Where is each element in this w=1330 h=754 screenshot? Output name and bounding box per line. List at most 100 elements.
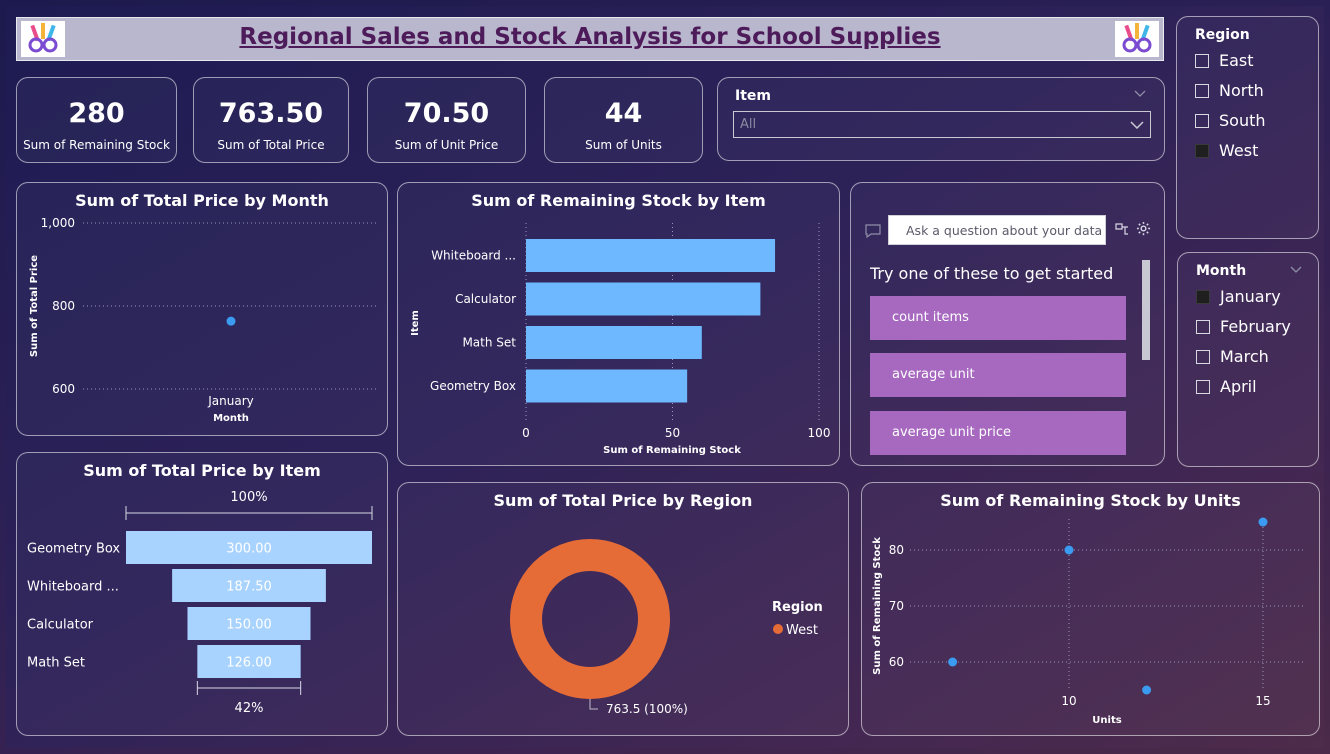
- x-tick-label: January: [207, 394, 254, 408]
- data-label: 187.50: [226, 580, 272, 595]
- kpi-label: Sum of Total Price: [217, 138, 325, 152]
- qa-suggestion[interactable]: average unit: [870, 353, 1126, 397]
- legend-label: West: [786, 623, 818, 638]
- header-bar: Regional Sales and Stock Analysis for Sc…: [16, 17, 1164, 61]
- x-axis-label: Units: [1092, 715, 1121, 726]
- y-tick-label: 800: [52, 299, 75, 313]
- chart-price-by-region-plot: 763.5 (100%) Region West: [510, 539, 823, 716]
- chart-stock-by-units-plot: 80 70 60 10 15 Sum of Remaining Stock Units: [872, 517, 1306, 726]
- share-icon[interactable]: [1115, 222, 1129, 236]
- item-dropdown[interactable]: All: [733, 111, 1151, 138]
- chevron-down-icon[interactable]: [1134, 90, 1146, 98]
- x-axis-label: Month: [213, 413, 249, 424]
- region-option-north[interactable]: North: [1195, 81, 1264, 100]
- option-label: January: [1220, 287, 1281, 306]
- region-slicer-title: Region: [1195, 27, 1250, 43]
- category-label: Math Set: [27, 656, 85, 671]
- option-label: South: [1219, 111, 1266, 130]
- month-option-january[interactable]: January: [1196, 287, 1281, 306]
- region-slicer: Region East North South West: [1176, 16, 1319, 239]
- chart-stock-by-units: Sum of Remaining Stock by Units 80 70 60 10…: [861, 482, 1320, 736]
- data-point: [1142, 685, 1152, 695]
- month-option-march[interactable]: March: [1196, 347, 1269, 366]
- y-tick-label: Whiteboard ...: [431, 249, 516, 263]
- kpi-value: 70.50: [403, 98, 490, 129]
- data-label: 300.00: [226, 542, 272, 557]
- donut-slice: [510, 539, 670, 699]
- kpi-card-units[interactable]: 44 Sum of Units: [544, 77, 703, 163]
- scrollbar[interactable]: [1142, 260, 1150, 360]
- x-tick-label: 100: [808, 426, 831, 440]
- funnel-bottom-label: 42%: [235, 701, 264, 716]
- checkbox[interactable]: [1195, 113, 1209, 128]
- y-tick-label: 60: [889, 655, 904, 669]
- option-label: North: [1219, 81, 1264, 100]
- legend-marker: [773, 624, 783, 634]
- chart-price-by-month: Sum of Total Price by Month 1,000 800 600 S…: [16, 182, 388, 436]
- kpi-label: Sum of Units: [585, 138, 662, 152]
- page-title: Regional Sales and Stock Analysis for Sc…: [239, 24, 941, 50]
- chat-icon: [865, 224, 881, 238]
- chevron-down-icon: [1130, 121, 1144, 129]
- month-option-april[interactable]: April: [1196, 377, 1257, 396]
- legend-title: Region: [772, 600, 823, 615]
- gear-icon[interactable]: [1136, 221, 1151, 236]
- y-tick-label: 80: [889, 543, 904, 557]
- kpi-card-remaining-stock[interactable]: 280 Sum of Remaining Stock: [16, 77, 177, 163]
- kpi-label: Sum of Unit Price: [394, 138, 499, 152]
- option-label: April: [1220, 377, 1257, 396]
- month-option-february[interactable]: February: [1196, 317, 1291, 336]
- x-tick-label: 50: [665, 426, 680, 440]
- data-label: 763.5 (100%): [606, 702, 688, 716]
- option-label: East: [1219, 51, 1254, 70]
- checkbox-checked[interactable]: [1196, 289, 1210, 304]
- region-option-south[interactable]: South: [1195, 111, 1266, 130]
- checkbox[interactable]: [1196, 379, 1210, 394]
- data-point: [226, 316, 236, 326]
- checkbox[interactable]: [1196, 349, 1210, 364]
- chevron-down-icon[interactable]: [1290, 266, 1302, 274]
- bar: [526, 282, 761, 316]
- data-point: [1258, 517, 1268, 527]
- x-tick-label: 15: [1255, 694, 1270, 708]
- y-tick-label: 70: [889, 599, 904, 613]
- chart-stock-by-item: Sum of Remaining Stock by Item 0 50 100 Whi…: [397, 182, 840, 466]
- region-option-east[interactable]: East: [1195, 51, 1254, 70]
- kpi-card-total-price[interactable]: 763.50 Sum of Total Price: [193, 77, 349, 163]
- data-label: 126.00: [226, 656, 272, 671]
- funnel-top-label: 100%: [230, 490, 267, 505]
- y-tick-label: Calculator: [455, 292, 516, 306]
- chart-price-by-item: Sum of Total Price by Item 100% 300.00 Geo…: [16, 452, 388, 736]
- qa-suggestion[interactable]: average unit price: [870, 411, 1126, 455]
- chart-price-by-month-plot: 1,000 800 600 Sum of Total Price January Mont…: [29, 216, 377, 424]
- checkbox-checked[interactable]: [1195, 143, 1209, 158]
- item-dropdown-value: All: [740, 117, 757, 132]
- option-label: West: [1219, 141, 1259, 160]
- checkbox[interactable]: [1195, 53, 1209, 68]
- data-label: 150.00: [226, 618, 272, 633]
- checkbox[interactable]: [1196, 319, 1210, 334]
- x-tick-label: 10: [1061, 694, 1076, 708]
- x-tick-label: 0: [522, 426, 530, 440]
- category-label: Geometry Box: [27, 542, 120, 557]
- category-label: Calculator: [27, 618, 94, 633]
- kpi-label: Sum of Remaining Stock: [23, 138, 170, 152]
- y-tick-label: 1,000: [41, 216, 75, 230]
- bar: [526, 369, 688, 403]
- y-axis-label: Sum of Total Price: [29, 255, 40, 357]
- bar: [526, 239, 776, 272]
- kpi-card-unit-price[interactable]: 70.50 Sum of Unit Price: [367, 77, 526, 163]
- region-option-west[interactable]: West: [1195, 141, 1258, 160]
- qa-input[interactable]: Ask a question about your data: [888, 215, 1106, 245]
- data-point: [1064, 545, 1074, 555]
- checkbox[interactable]: [1195, 83, 1209, 98]
- item-slicer-title: Item: [735, 88, 771, 104]
- y-axis-label: Item: [410, 310, 421, 336]
- kpi-value: 763.50: [218, 98, 324, 129]
- category-label: Whiteboard ...: [27, 580, 119, 595]
- qa-suggestion[interactable]: count items: [870, 296, 1126, 340]
- qa-visual: Ask a question about your data Try one o…: [850, 182, 1165, 466]
- qa-prompt: Try one of these to get started: [870, 264, 1114, 283]
- y-tick-label: 600: [52, 382, 75, 396]
- data-point: [948, 657, 958, 667]
